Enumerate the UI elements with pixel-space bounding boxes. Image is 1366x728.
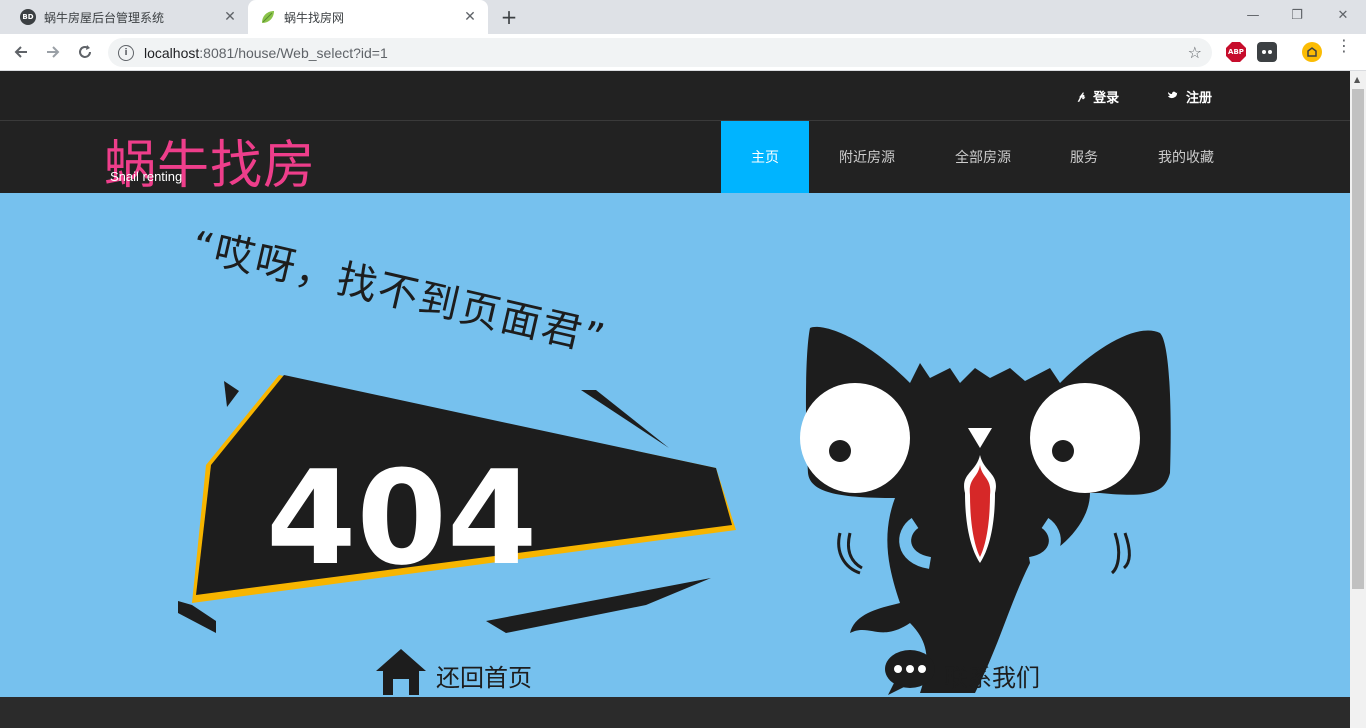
nav-home[interactable]: 主页 [721,121,809,193]
restore-icon[interactable]: ❐ [1274,4,1320,26]
top-strip: 𝓅 登录 注册 [0,71,1350,121]
cat-mascot-graphic [800,326,1171,693]
register-link[interactable]: 注册 [1168,87,1212,106]
close-tab-icon[interactable]: ✕ [220,7,240,27]
nav-services[interactable]: 服务 [1041,121,1127,193]
pinterest-icon: 𝓅 [1078,91,1086,102]
back-icon[interactable] [8,39,34,65]
login-link[interactable]: 𝓅 登录 [1078,87,1119,106]
error-code: 404 [266,442,537,594]
bookmark-star-icon[interactable]: ☆ [1188,43,1202,62]
error-content: “哎呀，找不到页面君” 404 [0,193,1350,697]
address-bar[interactable]: i localhost:8081/house/Web_select?id=1 ☆ [108,38,1212,67]
site-info-icon[interactable]: i [118,44,134,61]
minimize-icon[interactable]: — [1230,4,1276,26]
new-tab-button[interactable]: + [498,5,520,29]
home-icon [376,649,426,701]
error-message: “哎呀，找不到页面君” [187,222,611,363]
site-logo[interactable]: 蜗牛找房 [104,123,316,198]
nav-all-houses[interactable]: 全部房源 [925,121,1041,193]
profile-avatar-icon[interactable] [1302,42,1322,62]
browser-toolbar: i localhost:8081/house/Web_select?id=1 ☆… [0,34,1366,71]
url-text: localhost:8081/house/Web_select?id=1 [144,44,388,61]
nav-nearby-houses[interactable]: 附近房源 [809,121,925,193]
close-tab-icon[interactable]: ✕ [460,7,480,27]
page-scrollbar[interactable]: ▲ [1350,71,1366,728]
tab-admin-system[interactable]: BD 蜗牛房屋后台管理系统 ✕ [8,0,248,34]
bd-favicon-icon: BD [20,9,36,25]
close-window-icon[interactable]: ✕ [1320,4,1366,26]
back-home-label: 还回首页 [436,663,532,692]
scrollbar-thumb[interactable] [1352,89,1364,589]
page-viewport: 𝓅 登录 注册 蜗牛找房 Snail renting 主页 附近房源 全部房源 … [0,71,1350,728]
extension-icon[interactable] [1257,42,1277,62]
back-home-link[interactable]: 还回首页 [376,649,532,701]
chrome-menu-icon[interactable]: ⋮ [1336,38,1352,54]
error-404-graphic: 404 [178,375,736,633]
tab-snail-house[interactable]: 蜗牛找房网 ✕ [248,0,488,34]
reload-icon[interactable] [72,39,98,65]
forward-icon[interactable] [40,39,66,65]
site-logo-subtitle: Snail renting [110,169,183,184]
twitter-icon [1168,91,1178,103]
chat-bubble-icon [884,649,936,701]
adblock-plus-icon[interactable]: ABP [1226,42,1246,62]
nav-my-favorites[interactable]: 我的收藏 [1127,121,1245,193]
page-footer [0,697,1350,728]
contact-us-link[interactable]: 联系我们 [884,649,1040,701]
site-header: 蜗牛找房 Snail renting 主页 附近房源 全部房源 服务 我的收藏 [0,121,1350,196]
leaf-icon [260,9,276,25]
browser-tab-bar: BD 蜗牛房屋后台管理系统 ✕ 蜗牛找房网 ✕ + — ❐ ✕ [0,0,1366,34]
contact-us-label: 联系我们 [944,663,1040,692]
scroll-up-icon[interactable]: ▲ [1354,75,1360,84]
tab-title: 蜗牛房屋后台管理系统 [44,10,165,25]
tab-title: 蜗牛找房网 [284,10,345,25]
